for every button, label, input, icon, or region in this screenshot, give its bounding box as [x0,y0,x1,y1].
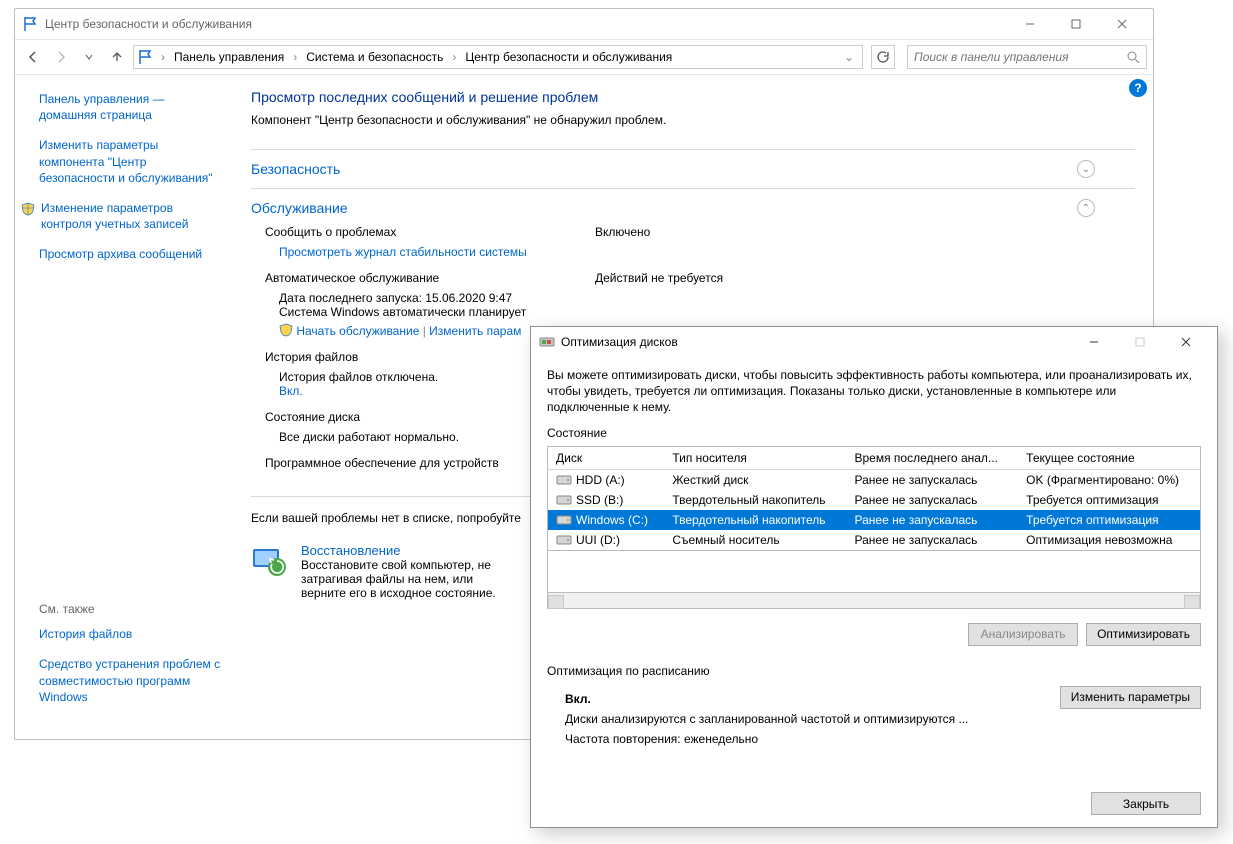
maximize-button[interactable] [1053,9,1099,39]
navbar: › Панель управления › Система и безопасн… [15,39,1153,75]
col-last[interactable]: Время последнего анал... [847,446,1019,469]
analyze-button[interactable]: Анализировать [968,623,1078,646]
col-state[interactable]: Текущее состояние [1018,446,1200,469]
sidebar: Панель управления — домашняя страница Из… [15,75,223,739]
schedule-line2: Частота повторения: еженедельно [565,732,1191,746]
section-maintenance-title: Обслуживание [251,200,348,216]
schedule-on: Вкл. [565,692,591,706]
table-row[interactable]: UUI (D:)Съемный носительРанее не запуска… [548,530,1201,551]
shield-icon [279,323,293,337]
section-security-header[interactable]: Безопасность ⌄ [251,160,1135,178]
change-schedule-button[interactable]: Изменить параметры [1060,686,1201,709]
file-history-on-link[interactable]: Вкл. [279,384,303,398]
optimize-drives-window: Оптимизация дисков Вы можете оптимизиров… [530,326,1218,828]
section-security-title: Безопасность [251,161,340,177]
close-dialog-button[interactable]: Закрыть [1091,792,1201,815]
forward-button[interactable] [49,45,73,69]
sidebar-link-home[interactable]: Панель управления — домашняя страница [39,91,223,123]
change-maintenance-link[interactable]: Изменить парам [429,324,521,338]
opt-description: Вы можете оптимизировать диски, чтобы по… [547,367,1201,416]
drive-icon [556,474,572,486]
page-title: Просмотр последних сообщений и решение п… [251,89,1135,105]
drive-icon [556,514,572,526]
auto-line2: Система Windows автоматически планирует [265,305,1095,319]
close-button[interactable] [1099,9,1145,39]
see-also-heading: См. также [39,602,223,616]
chevron-up-icon: ⌃ [1077,199,1095,217]
help-icon[interactable]: ? [1129,79,1147,97]
sidebar-link-change-settings[interactable]: Изменить параметры компонента "Центр без… [39,137,223,186]
crumb-0[interactable]: Панель управления [172,50,286,64]
optimize-button[interactable]: Оптимизировать [1086,623,1201,646]
reliability-link[interactable]: Просмотреть журнал стабильности системы [279,245,527,259]
refresh-button[interactable] [871,45,895,69]
drive-icon [556,534,572,546]
auto-last-run: Дата последнего запуска: 15.06.2020 9:47 [265,291,1095,305]
minimize-button[interactable] [1071,327,1117,357]
seealso-compat[interactable]: Средство устранения проблем с совместимо… [39,656,223,705]
schedule-line1: Диски анализируются с запланированной ча… [565,712,1191,726]
table-row[interactable]: SSD (B:)Твердотельный накопительРанее не… [548,490,1201,510]
horizontal-scrollbar[interactable] [547,593,1201,609]
search-input[interactable] [914,50,1126,64]
start-maintenance-link[interactable]: Начать обслуживание [296,324,419,338]
chevron-down-icon: ⌄ [1077,160,1095,178]
col-type[interactable]: Тип носителя [664,446,846,469]
recovery-desc: Восстановите свой компьютер, не затрагив… [301,558,521,600]
drive-icon [556,494,572,506]
auto-maint-title: Автоматическое обслуживание [265,271,595,285]
recovery-icon [251,543,287,579]
window-title: Центр безопасности и обслуживания [45,17,252,31]
recent-dropdown[interactable] [77,45,101,69]
report-label: Сообщить о проблемах [265,225,595,239]
search-box[interactable] [907,45,1147,69]
breadcrumb-bar[interactable]: › Панель управления › Система и безопасн… [133,45,863,69]
shield-icon [21,202,35,216]
back-button[interactable] [21,45,45,69]
table-row[interactable]: Windows (C:)Твердотельный накопительРане… [548,510,1201,530]
minimize-button[interactable] [1007,9,1053,39]
state-label: Состояние [547,426,1201,440]
sidebar-link-archive[interactable]: Просмотр архива сообщений [39,246,223,262]
table-row[interactable]: HDD (A:)Жесткий дискРанее не запускалась… [548,469,1201,490]
section-maintenance-header[interactable]: Обслуживание ⌃ [251,199,1135,217]
search-icon [1126,50,1140,64]
crumb-1[interactable]: Система и безопасность [304,50,445,64]
crumb-2[interactable]: Центр безопасности и обслуживания [463,50,674,64]
seealso-file-history[interactable]: История файлов [39,626,223,642]
titlebar: Центр безопасности и обслуживания [15,9,1153,39]
recovery-link[interactable]: Восстановление [301,543,400,558]
drive-icon [539,334,555,350]
sidebar-link-uac[interactable]: Изменение параметров контроля учетных за… [41,200,223,232]
flag-icon [23,16,39,32]
opt-window-title: Оптимизация дисков [561,335,678,349]
flag-icon [138,49,154,65]
col-disk[interactable]: Диск [548,446,665,469]
close-button[interactable] [1163,327,1209,357]
report-value: Включено [595,225,650,239]
maximize-button[interactable] [1117,327,1163,357]
page-subtitle: Компонент "Центр безопасности и обслужив… [251,113,1135,127]
auto-maint-status: Действий не требуется [595,271,723,285]
drives-table[interactable]: Диск Тип носителя Время последнего анал.… [547,446,1201,551]
schedule-heading: Оптимизация по расписанию [547,664,1201,678]
chevron-down-icon[interactable]: ⌄ [840,50,858,64]
up-button[interactable] [105,45,129,69]
